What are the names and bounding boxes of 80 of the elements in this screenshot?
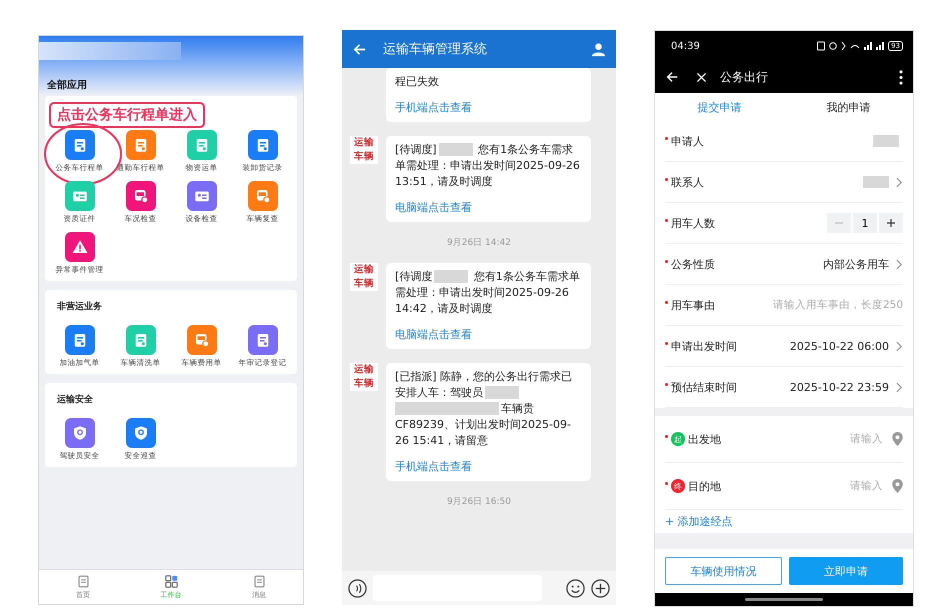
status-time: 04:39 xyxy=(671,40,700,52)
location-badge: 起 xyxy=(671,432,685,446)
field-label: 预估结束时间 xyxy=(671,380,737,394)
bus-icon[interactable] xyxy=(126,181,156,211)
stepper-value: 1 xyxy=(853,213,877,233)
more-icon[interactable] xyxy=(899,70,903,84)
section-heading: 全部应用 xyxy=(47,78,87,92)
view-link[interactable]: 电脑端点击查看 xyxy=(395,200,582,215)
bus-icon[interactable] xyxy=(186,325,216,355)
document-icon xyxy=(252,574,266,588)
blurred-value xyxy=(863,176,889,188)
chevron-right-icon[interactable] xyxy=(896,382,903,392)
timestamp: 9月26日 14:42 xyxy=(447,237,511,249)
blurred-value xyxy=(873,135,899,147)
document-icon[interactable] xyxy=(248,130,278,160)
field-label: 联系人 xyxy=(671,174,704,190)
field-label: 用车事由 xyxy=(671,298,715,312)
id-card-icon[interactable] xyxy=(186,181,216,211)
message-text: 程已失效 xyxy=(395,74,440,90)
add-stop-link[interactable]: + 添加途经点 xyxy=(655,510,913,533)
sender-avatar: 运输车辆 xyxy=(350,136,378,164)
view-link[interactable]: 手机端点击查看 xyxy=(395,459,582,474)
view-link[interactable]: 电脑端点击查看 xyxy=(395,327,582,342)
voice-icon[interactable] xyxy=(348,578,367,598)
document-icon[interactable] xyxy=(64,325,94,355)
document-icon[interactable] xyxy=(248,325,278,355)
location-badge: 终 xyxy=(671,479,685,493)
view-link[interactable]: 手机端点击查看 xyxy=(395,100,582,115)
page-title: 公务出行 xyxy=(720,68,768,86)
signal-icon xyxy=(876,42,884,50)
location-pin-icon[interactable] xyxy=(892,479,903,493)
document-icon[interactable] xyxy=(126,325,156,355)
chat-title: 运输车辆管理系统 xyxy=(383,41,487,58)
field-value[interactable]: 2025-10-22 06:00 xyxy=(790,340,889,352)
field-label: 公务性质 xyxy=(671,256,715,272)
chevron-right-icon[interactable] xyxy=(896,258,903,270)
document-icon xyxy=(76,574,90,588)
person-icon[interactable] xyxy=(591,42,606,56)
timestamp: 9月26日 16:50 xyxy=(447,496,511,508)
location-field[interactable]: 请输入 xyxy=(823,433,883,445)
field-label: 申请人 xyxy=(671,134,704,148)
sender-avatar: 运输车辆 xyxy=(350,263,378,291)
sender-avatar: 运输车辆 xyxy=(350,363,378,391)
signal-icon xyxy=(864,42,872,50)
chevron-right-icon[interactable] xyxy=(896,340,903,352)
field-value[interactable]: 2025-10-22 23:59 xyxy=(790,380,889,394)
close-icon[interactable] xyxy=(695,70,708,84)
grid-icon xyxy=(164,574,178,588)
reason-field[interactable]: 请输入用车事由，长度250 xyxy=(753,299,903,311)
back-arrow-icon[interactable] xyxy=(665,70,679,84)
document-icon[interactable] xyxy=(186,130,216,160)
message-text: [已指派] 陈静，您的公务出行需求已安排人车：驾驶员 车辆贵CF89239、计划出发时间2025-09-26 15:41，请留意 xyxy=(395,369,574,449)
section-title: 非营运业务 xyxy=(57,300,103,313)
id-card-icon[interactable] xyxy=(64,181,94,211)
field-label: 用车人数 xyxy=(671,216,715,230)
message-text: [待调度 您有1条公务车需求单需处理：申请出发时间2025-09-26 14:42，请及时调度 xyxy=(395,269,581,317)
field-label: 出发地 xyxy=(688,432,721,446)
shield-icon[interactable] xyxy=(64,418,94,448)
field-label: 申请出发时间 xyxy=(671,338,737,354)
shield-icon[interactable] xyxy=(126,418,156,448)
document-icon[interactable] xyxy=(64,130,94,160)
location-pin-icon[interactable] xyxy=(892,432,903,446)
message-text: [待调度] 您有1条公务车需求单需处理：申请出发时间2025-09-26 13:51，请及时调度 xyxy=(395,142,581,190)
tab[interactable]: 提交申请 xyxy=(655,100,784,114)
bus-icon[interactable] xyxy=(248,181,278,211)
usage-button[interactable]: 车辆使用情况 xyxy=(665,557,782,585)
add-icon[interactable] xyxy=(591,578,610,598)
increment-button[interactable] xyxy=(879,213,903,233)
section-title: 运输安全 xyxy=(57,393,94,406)
document-icon[interactable] xyxy=(126,130,156,160)
field-label: 目的地 xyxy=(688,478,721,494)
chevron-right-icon[interactable] xyxy=(896,176,903,188)
field-value[interactable]: 内部公务用车 xyxy=(823,256,889,272)
warning-icon[interactable] xyxy=(64,232,94,262)
tab[interactable]: 我的申请 xyxy=(784,100,913,114)
plus-icon xyxy=(886,218,896,228)
emoji-icon[interactable] xyxy=(566,578,585,598)
location-field[interactable]: 请输入 xyxy=(823,480,883,492)
callout-label: 点击公务车行程单进入 xyxy=(49,102,205,128)
submit-button[interactable]: 立即申请 xyxy=(788,557,903,585)
